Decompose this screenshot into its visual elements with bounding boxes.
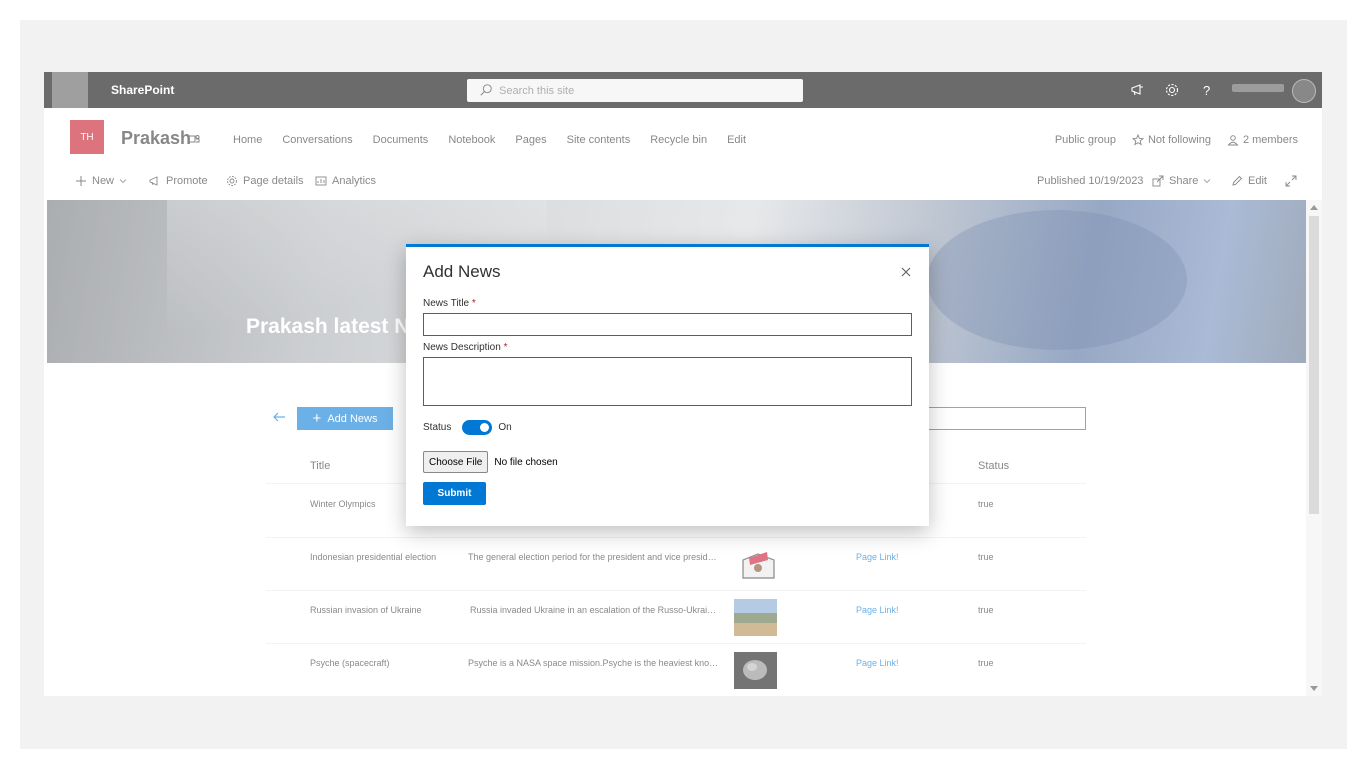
add-news-dialog: Add News News Title * News Description *… bbox=[406, 244, 929, 526]
required-marker: * bbox=[471, 298, 476, 309]
status-value: On bbox=[498, 422, 512, 433]
news-title-label-text: News Title bbox=[423, 298, 470, 309]
status-label: Status bbox=[423, 422, 452, 433]
status-toggle[interactable] bbox=[462, 420, 493, 435]
submit-button[interactable]: Submit bbox=[423, 482, 486, 505]
choose-file-button[interactable]: Choose File bbox=[423, 451, 489, 473]
dialog-title: Add News bbox=[423, 262, 501, 281]
close-icon[interactable] bbox=[900, 266, 912, 278]
toggle-knob bbox=[480, 423, 490, 432]
file-upload-row: Choose File No file chosen bbox=[423, 451, 558, 473]
news-title-label: News Title * bbox=[423, 298, 476, 309]
news-description-label: News Description * bbox=[423, 342, 508, 353]
news-description-input[interactable] bbox=[423, 357, 912, 406]
status-row: Status On bbox=[423, 420, 512, 435]
news-description-label-text: News Description bbox=[423, 342, 501, 353]
required-marker: * bbox=[503, 342, 508, 353]
sharepoint-window: SharePoint ? TH Prakash Home bbox=[44, 72, 1322, 696]
file-status: No file chosen bbox=[494, 456, 558, 468]
news-title-input[interactable] bbox=[423, 313, 912, 336]
